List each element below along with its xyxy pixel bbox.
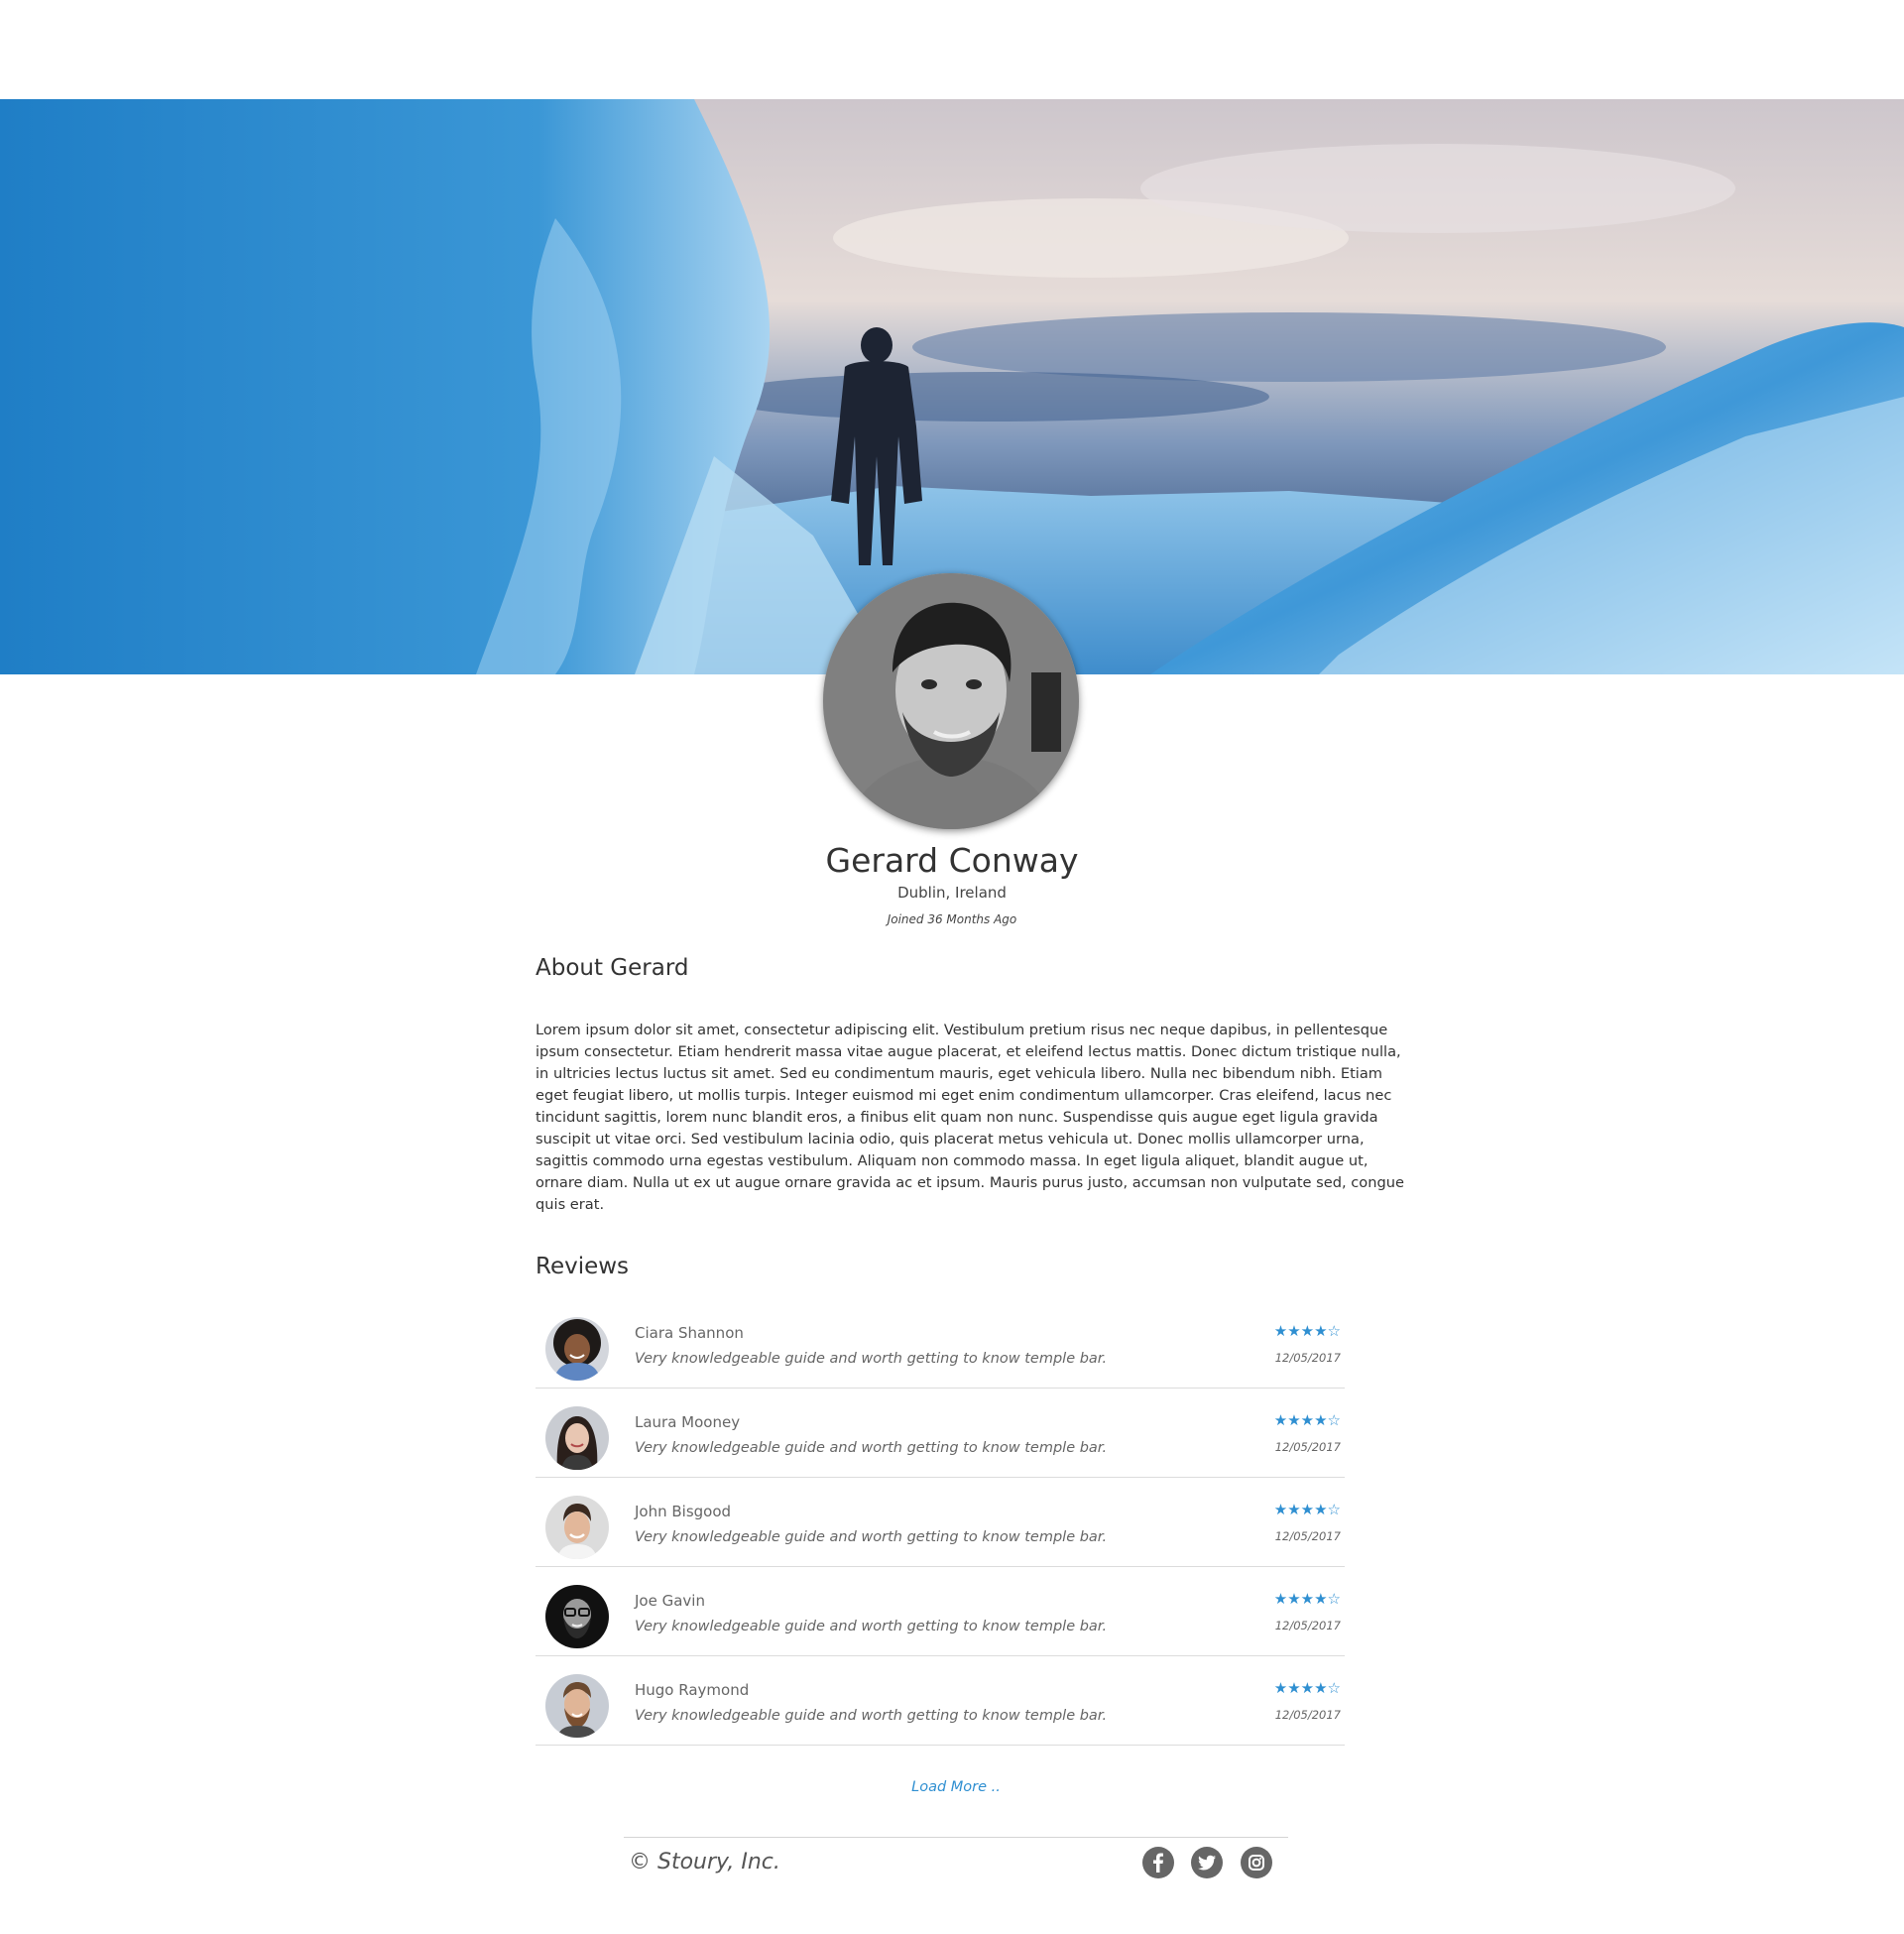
review-date: 12/05/2017 bbox=[1274, 1440, 1341, 1454]
profile-name: Gerard Conway bbox=[825, 841, 1079, 880]
review-date: 12/05/2017 bbox=[1274, 1619, 1341, 1632]
reviewer-avatar bbox=[545, 1674, 609, 1738]
review-item: Joe Gavin Very knowledgeable guide and w… bbox=[536, 1567, 1345, 1656]
review-date: 12/05/2017 bbox=[1274, 1351, 1341, 1365]
reviewer-photo bbox=[545, 1406, 609, 1470]
reviews-heading: Reviews bbox=[536, 1254, 630, 1279]
about-heading: About Gerard bbox=[536, 955, 689, 981]
review-item: Laura Mooney Very knowledgeable guide an… bbox=[536, 1389, 1345, 1478]
reviewer-photo bbox=[545, 1496, 609, 1559]
reviewer-photo bbox=[545, 1674, 609, 1738]
profile-joined-date: Joined 36 Months Ago bbox=[887, 912, 1017, 926]
review-text: Very knowledgeable guide and worth getti… bbox=[635, 1529, 1108, 1545]
reviewer-photo bbox=[545, 1317, 609, 1381]
review-date: 12/05/2017 bbox=[1274, 1529, 1341, 1543]
reviewer-avatar bbox=[545, 1406, 609, 1470]
reviewer-name[interactable]: Joe Gavin bbox=[635, 1592, 705, 1610]
reviewer-name[interactable]: John Bisgood bbox=[635, 1503, 731, 1520]
star-rating: ★★★★☆ bbox=[1273, 1679, 1341, 1697]
profile-location: Dublin, Ireland bbox=[897, 884, 1007, 902]
review-date: 12/05/2017 bbox=[1274, 1708, 1341, 1722]
instagram-icon[interactable] bbox=[1241, 1847, 1272, 1878]
reviewer-name[interactable]: Ciara Shannon bbox=[635, 1324, 744, 1342]
star-rating: ★★★★☆ bbox=[1273, 1501, 1341, 1518]
reviewer-name[interactable]: Laura Mooney bbox=[635, 1413, 740, 1431]
twitter-icon[interactable] bbox=[1191, 1847, 1223, 1878]
reviewer-avatar bbox=[545, 1317, 609, 1381]
profile-avatar bbox=[823, 573, 1079, 829]
about-text: Lorem ipsum dolor sit amet, consectetur … bbox=[536, 1022, 1404, 1213]
reviewer-photo bbox=[545, 1585, 609, 1648]
review-text: Very knowledgeable guide and worth getti… bbox=[635, 1351, 1108, 1367]
reviews-list: Ciara Shannon Very knowledgeable guide a… bbox=[536, 1299, 1345, 1746]
review-text: Very knowledgeable guide and worth getti… bbox=[635, 1619, 1108, 1634]
star-rating: ★★★★☆ bbox=[1273, 1590, 1341, 1608]
review-item: John Bisgood Very knowledgeable guide an… bbox=[536, 1478, 1345, 1567]
footer-copyright: © Stoury, Inc. bbox=[629, 1850, 780, 1874]
review-text: Very knowledgeable guide and worth getti… bbox=[635, 1440, 1108, 1456]
star-rating: ★★★★☆ bbox=[1273, 1411, 1341, 1429]
profile-photo bbox=[823, 573, 1079, 829]
footer-divider bbox=[624, 1837, 1288, 1838]
star-rating: ★★★★☆ bbox=[1273, 1322, 1341, 1340]
reviewer-name[interactable]: Hugo Raymond bbox=[635, 1681, 749, 1699]
review-text: Very knowledgeable guide and worth getti… bbox=[635, 1708, 1108, 1724]
reviewer-avatar bbox=[545, 1496, 609, 1559]
facebook-icon[interactable] bbox=[1142, 1847, 1174, 1878]
review-item: Ciara Shannon Very knowledgeable guide a… bbox=[536, 1299, 1345, 1389]
reviewer-avatar bbox=[545, 1585, 609, 1648]
load-more-link[interactable]: Load More .. bbox=[0, 1779, 1904, 1795]
review-item: Hugo Raymond Very knowledgeable guide an… bbox=[536, 1656, 1345, 1746]
